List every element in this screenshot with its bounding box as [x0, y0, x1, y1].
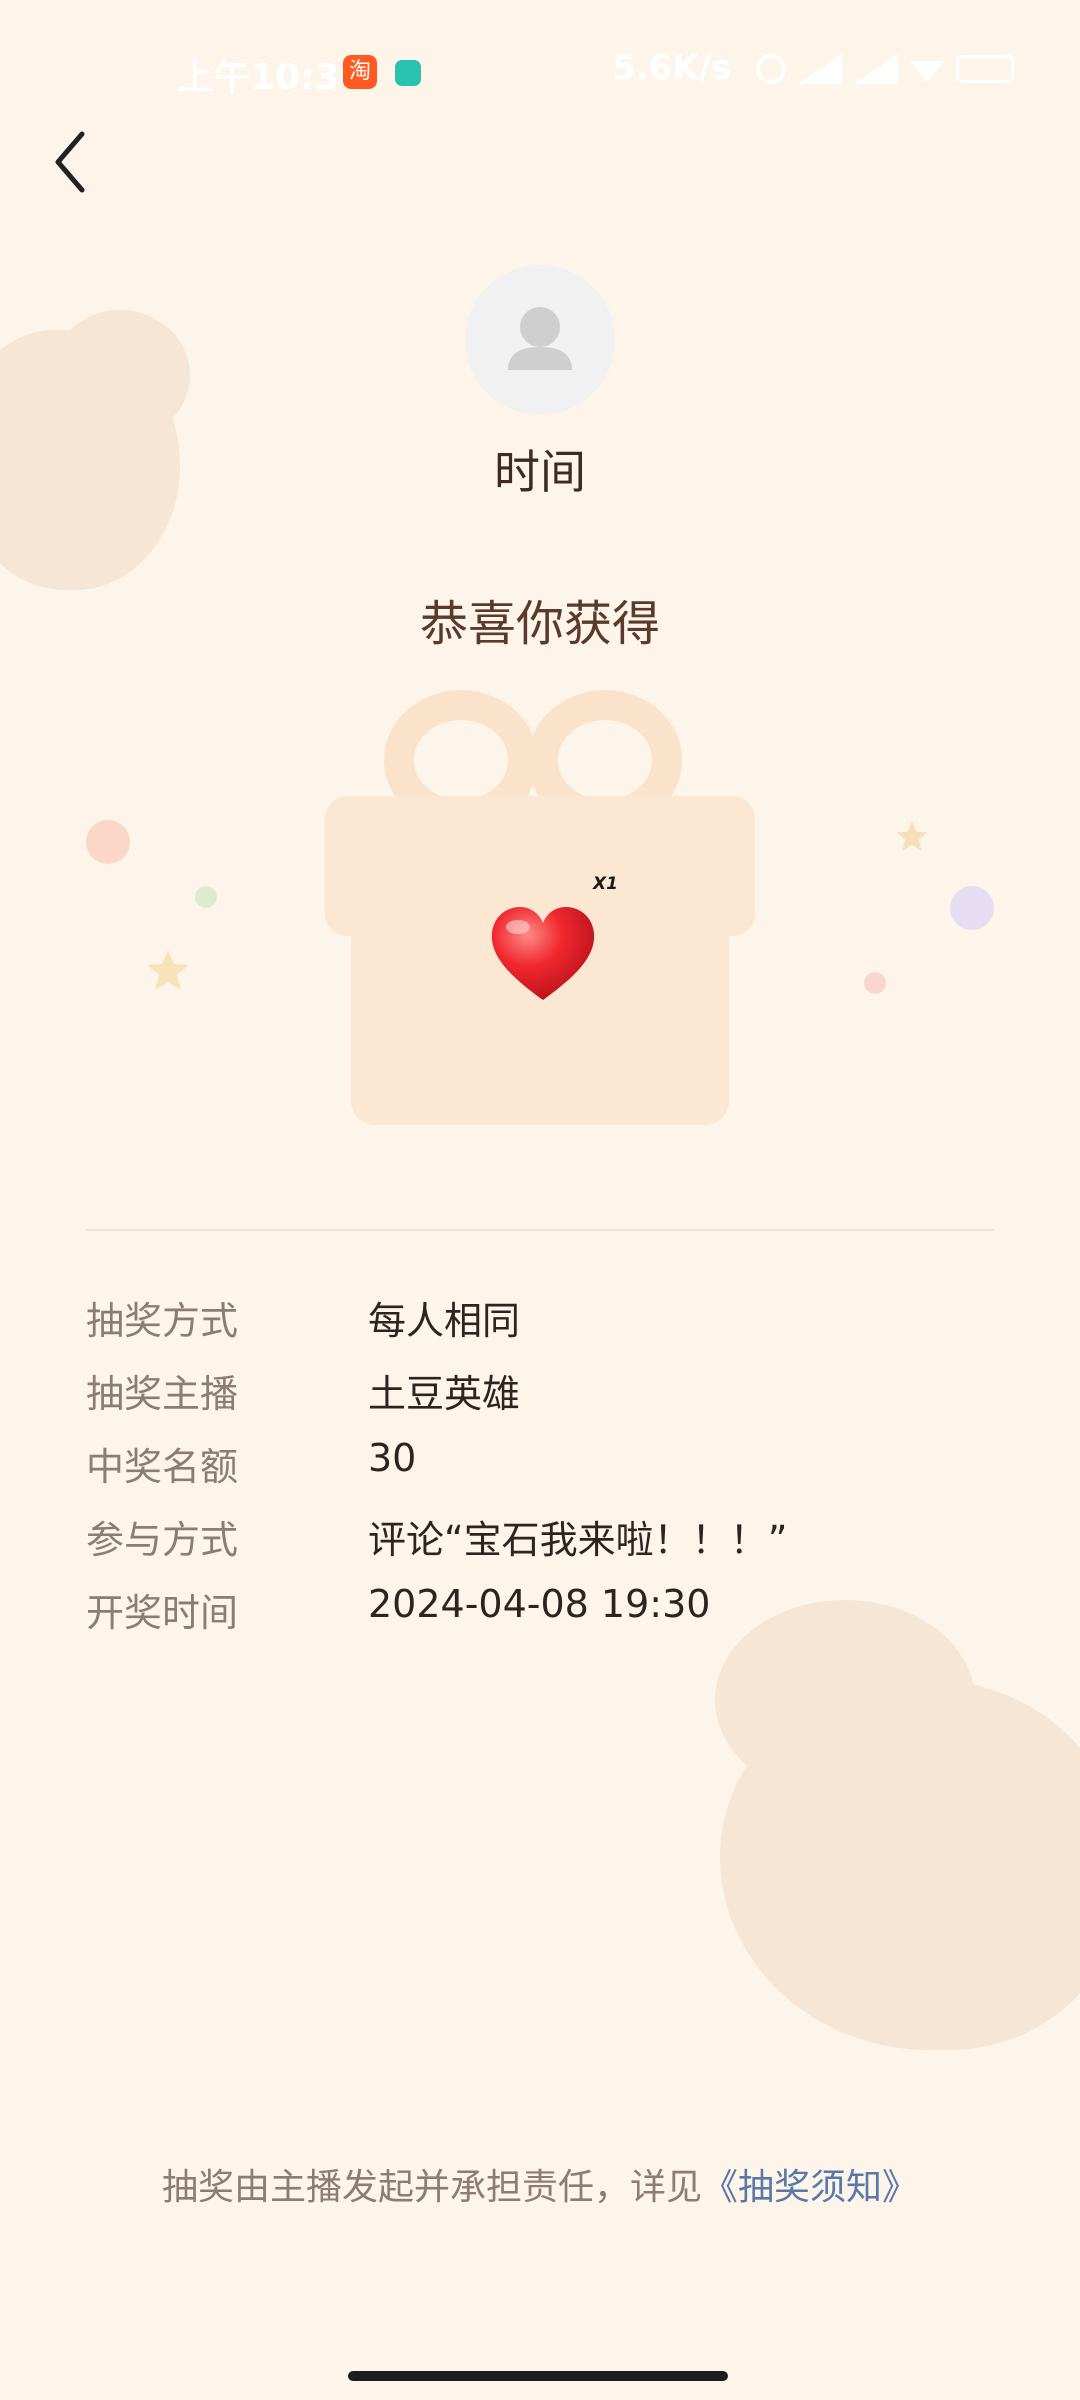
network-speed: 5.6K/s: [612, 48, 732, 88]
decor-blob-left-top: [50, 310, 190, 440]
detail-row-quota: 中奖名额 30: [86, 1436, 996, 1509]
winner-avatar[interactable]: [465, 265, 615, 415]
star-decoration-icon: [147, 950, 189, 990]
congrats-heading: 恭喜你获得: [419, 596, 660, 652]
lottery-details: 抽奖方式 每人相同 抽奖主播 土豆英雄 中奖名额 30 参与方式 评论“宝石我来…: [86, 1290, 996, 1655]
divider: [86, 1229, 994, 1231]
detail-value: 土豆英雄: [368, 1372, 521, 1416]
signal-icon: [854, 54, 898, 84]
detail-label: 参与方式: [86, 1518, 239, 1562]
prize-quantity: X1: [593, 874, 618, 894]
wifi-icon: [910, 61, 944, 82]
detail-row-participation: 参与方式 评论“宝石我来啦！！！”: [86, 1509, 996, 1582]
alarm-icon: [756, 54, 786, 84]
detail-value: 评论“宝石我来啦！！！”: [368, 1518, 788, 1562]
status-bar: 上午10:30 淘 5.6K/s: [0, 0, 1080, 140]
winner-username: 时间: [494, 445, 586, 499]
detail-row-method: 抽奖方式 每人相同: [86, 1290, 996, 1363]
taobao-app-icon: 淘: [343, 55, 377, 89]
detail-value: 30: [368, 1436, 417, 1480]
detail-label: 抽奖主播: [86, 1372, 239, 1416]
detail-label: 抽奖方式: [86, 1299, 239, 1343]
gift-box: X1: [325, 690, 755, 1125]
detail-row-draw-time: 开奖时间 2024-04-08 19:30: [86, 1582, 996, 1655]
footer-disclaimer: 抽奖由主播发起并承担责任，详见《抽奖须知》: [0, 2158, 1080, 2210]
detail-value: 每人相同: [368, 1299, 521, 1343]
lottery-rules-link[interactable]: 《抽奖须知》: [702, 2167, 918, 2208]
status-time: 上午10:30: [178, 57, 365, 98]
detail-label: 中奖名额: [86, 1445, 239, 1489]
person-icon: [508, 307, 572, 370]
star-decoration-icon: [896, 821, 928, 851]
chevron-left-icon: [55, 131, 85, 193]
battery-icon: [956, 55, 1014, 83]
home-indicator[interactable]: [348, 2371, 728, 2381]
confetti-dot: [950, 886, 994, 930]
heart-icon: [491, 907, 595, 1000]
detail-value: 2024-04-08 19:30: [368, 1582, 711, 1626]
detail-row-streamer: 抽奖主播 土豆英雄: [86, 1363, 996, 1436]
confetti-dot: [195, 886, 217, 908]
status-icons: [756, 54, 1014, 84]
app-notification-icon: [395, 60, 421, 86]
footer-text: 抽奖由主播发起并承担责任，详见: [161, 2167, 702, 2208]
detail-label: 开奖时间: [86, 1591, 239, 1635]
signal-hd-icon: [798, 54, 842, 84]
lottery-result-page: 上午10:30 淘 5.6K/s 时间 恭喜你获得 X1 抽奖方式 每人相同 抽…: [0, 0, 1080, 2400]
confetti-dot: [864, 972, 886, 994]
confetti-dot: [86, 820, 130, 864]
back-button[interactable]: [46, 126, 98, 198]
